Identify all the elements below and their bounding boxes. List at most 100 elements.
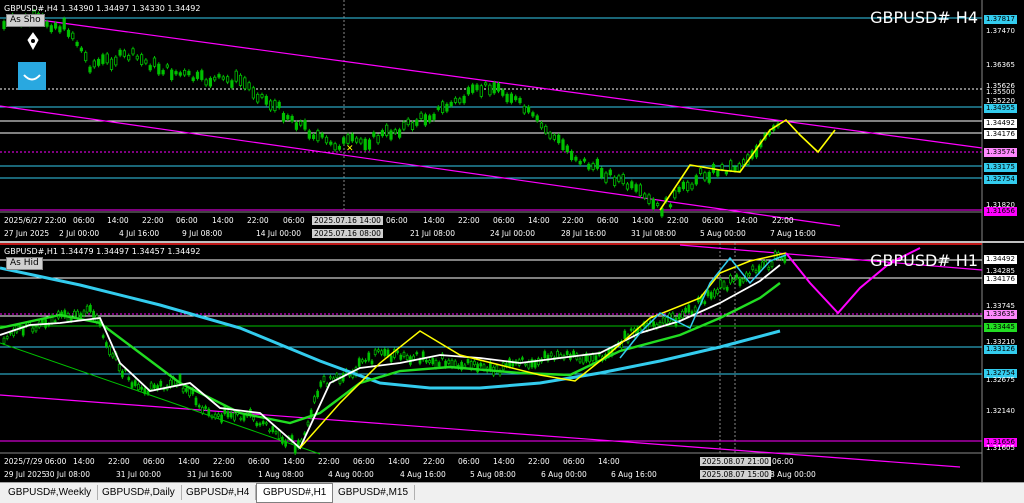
h4-candle [570, 150, 574, 160]
h1-candle [242, 414, 246, 421]
tab-daily[interactable]: GBPUSD#,Daily [96, 485, 182, 500]
h4-date-label: 5 Aug 00:00 [700, 229, 746, 238]
h1-candle [149, 382, 153, 390]
h1-candle [684, 307, 687, 313]
h4-candle [608, 169, 612, 176]
h1-date-label: 31 Jul 00:00 [116, 470, 161, 479]
h4-candle [385, 124, 389, 136]
h1-price-label: 1.33635 [984, 310, 1017, 319]
h4-candle [363, 138, 367, 151]
h4-candle [354, 137, 359, 143]
h1-candle [722, 281, 726, 289]
h1-candle [623, 330, 627, 339]
tab-h4[interactable]: GBPUSD#,H4 [180, 485, 257, 500]
h4-candle [445, 103, 449, 112]
h1-candle [415, 352, 419, 355]
h1-time-label: 14:00 [493, 457, 515, 466]
h1-candle [780, 257, 783, 260]
h1-candle [252, 416, 255, 421]
h4-time-label: 06:00 [597, 216, 619, 225]
h4-candle [634, 184, 638, 192]
h1-candle [127, 377, 131, 381]
tab-h1[interactable]: GBPUSD#,H1 [256, 483, 334, 503]
h4-candle [496, 83, 501, 92]
tab-m15[interactable]: GBPUSD#,M15 [332, 485, 416, 500]
h4-candle [681, 181, 686, 190]
h1-chart-canvas[interactable] [0, 243, 1024, 484]
h1-ma-slow [0, 266, 781, 390]
h4-candle [651, 198, 655, 210]
h4-time-label: 14:00 [528, 216, 550, 225]
h1-candle [447, 359, 451, 364]
h4-candle [97, 58, 101, 66]
h4-candle [397, 129, 402, 138]
h1-candle [629, 328, 633, 331]
h1-candle [463, 364, 467, 368]
h4-candle [720, 164, 724, 170]
h1-candle [255, 422, 259, 426]
h4-candle [479, 85, 483, 97]
h4-date-label: 24 Jul 00:00 [490, 229, 535, 238]
h4-candle [84, 52, 88, 62]
h4-candle [595, 158, 600, 169]
h4-price-label: 1.32754 [984, 175, 1017, 184]
h1-candle [137, 383, 140, 390]
h4-candle [548, 132, 552, 139]
h4-price-label: 1.35500 [986, 88, 1015, 96]
h1-as-hide-button[interactable]: As Hid [6, 257, 43, 270]
h4-candle [251, 87, 255, 99]
h4-date-label: 2025.07.16 08:00 [312, 229, 383, 238]
h1-time-label: 22:00 [108, 457, 130, 466]
smile-indicator-icon[interactable] [18, 62, 46, 90]
h4-candle [673, 190, 677, 199]
tab-weekly[interactable]: GBPUSD#,Weekly [2, 485, 99, 500]
h4-candle [402, 121, 406, 130]
h4-candle [565, 145, 569, 153]
h4-candle [419, 112, 423, 119]
h1-candle [556, 350, 559, 358]
h1-date-label: 6 Aug 16:00 [611, 470, 657, 479]
h4-chart-canvas[interactable]: ✕ [0, 0, 1024, 241]
h4-chart-pane[interactable]: ✕ GBPUSD#,H4 1.34390 1.34497 1.34330 1.3… [0, 0, 1024, 241]
pen-tool-icon[interactable] [22, 30, 44, 52]
h4-candle [699, 168, 703, 175]
h1-price-label: 1.34176 [984, 275, 1017, 284]
h4-as-show-button[interactable]: As Sho [6, 14, 45, 27]
h4-time-label: 22:00 [772, 216, 794, 225]
h4-candle [643, 193, 647, 199]
h1-candle [732, 279, 735, 282]
h4-candle [561, 139, 565, 151]
h4-candle [165, 64, 169, 68]
h1-candle [217, 413, 220, 417]
h4-candle [350, 133, 354, 142]
h1-time-label: 22:00 [423, 457, 445, 466]
h4-candle [415, 119, 419, 126]
h1-candle [89, 305, 92, 312]
h1-candle [82, 310, 86, 316]
h4-candle [591, 163, 595, 170]
h1-date-label: 31 Jul 16:00 [187, 470, 232, 479]
h4-price-label: 1.33574 [984, 148, 1017, 157]
h1-candle [76, 310, 79, 319]
h1-candle [108, 346, 111, 356]
h1-candle [389, 355, 393, 362]
h4-candle [260, 94, 264, 98]
h1-time-label: 22:00 [213, 457, 235, 466]
h1-candle [130, 382, 134, 388]
h1-candle [405, 355, 409, 360]
h1-chart-pane[interactable]: GBPUSD#,H1 1.34479 1.34497 1.34457 1.344… [0, 241, 1024, 484]
h4-candle [604, 172, 608, 183]
h4-candle [256, 93, 260, 103]
h1-candle [524, 363, 527, 366]
h1-candle [665, 317, 668, 324]
h4-candle [690, 183, 694, 190]
h1-candle [725, 287, 729, 291]
h4-candle [471, 84, 475, 93]
h1-candle [367, 352, 371, 361]
h4-date-label: 7 Aug 16:00 [770, 229, 816, 238]
h1-candle [383, 348, 387, 356]
h1-candle [92, 310, 95, 320]
h4-candle [578, 160, 582, 165]
h1-candle [373, 349, 377, 355]
h4-candle [195, 71, 200, 79]
